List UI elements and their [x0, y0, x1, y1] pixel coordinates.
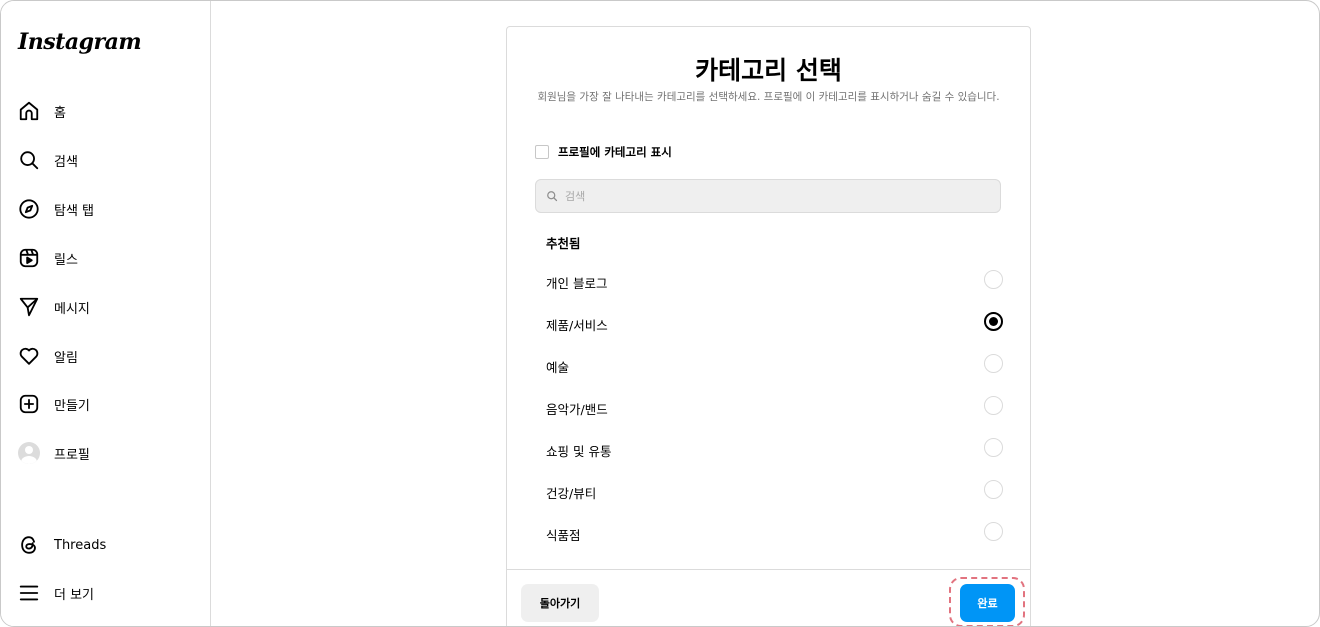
category-label: 식품점	[546, 528, 581, 543]
category-option[interactable]: 음악가/밴드	[535, 392, 1003, 422]
sidebar-item-search[interactable]: 검색	[17, 145, 197, 175]
category-option[interactable]: 제품/서비스	[535, 308, 1003, 338]
sidebar-item-create[interactable]: 만들기	[17, 389, 197, 419]
sidebar-item-label: 검색	[54, 154, 78, 170]
category-option[interactable]: 예술	[535, 350, 1003, 380]
sidebar-item-label: 더 보기	[54, 587, 95, 603]
sidebar-item-label: 릴스	[54, 252, 78, 268]
compass-icon	[17, 197, 41, 221]
sidebar-item-label: 메시지	[54, 301, 90, 317]
sidebar-item-reels[interactable]: 릴스	[17, 243, 197, 273]
home-icon	[17, 99, 41, 123]
category-search	[535, 179, 1001, 213]
section-title-recommended: 추천됨	[546, 236, 581, 251]
show-category-checkbox[interactable]	[535, 145, 549, 159]
sidebar: Instagram 홈 검색 탐색 탭 릴스 메시지 알림 만들기 프로필 Th…	[1, 1, 211, 626]
heart-icon	[17, 344, 41, 368]
sidebar-item-threads[interactable]: Threads	[17, 530, 197, 560]
sidebar-item-explore[interactable]: 탐색 탭	[17, 194, 197, 224]
category-panel: 카테고리 선택 회원님을 가장 잘 나타내는 카테고리를 선택하세요. 프로필에…	[506, 26, 1031, 626]
sidebar-item-notifications[interactable]: 알림	[17, 341, 197, 371]
category-label: 제품/서비스	[546, 318, 608, 333]
search-input[interactable]	[563, 188, 967, 204]
show-category-label: 프로필에 카테고리 표시	[558, 145, 672, 159]
category-radio[interactable]	[984, 270, 1003, 289]
sidebar-item-label: 프로필	[54, 447, 90, 463]
category-option[interactable]: 쇼핑 및 유통	[535, 434, 1003, 464]
sidebar-item-label: 탐색 탭	[54, 203, 95, 219]
category-option[interactable]: 식품점	[535, 518, 1003, 548]
sidebar-item-profile[interactable]: 프로필	[17, 438, 197, 468]
back-button[interactable]: 돌아가기	[521, 584, 599, 622]
profile-icon-wrap	[17, 441, 41, 465]
sidebar-item-label: 홈	[54, 105, 66, 121]
footer-divider	[507, 569, 1030, 570]
search-icon	[17, 148, 41, 172]
sidebar-item-label: Threads	[54, 537, 107, 553]
category-label: 건강/뷰티	[546, 486, 597, 501]
sidebar-item-label: 만들기	[54, 398, 90, 414]
category-label: 쇼핑 및 유통	[546, 444, 612, 459]
panel-description: 회원님을 가장 잘 나타내는 카테고리를 선택하세요. 프로필에 이 카테고리를…	[537, 91, 1000, 103]
send-icon	[17, 295, 41, 319]
category-radio[interactable]	[984, 480, 1003, 499]
category-radio[interactable]	[984, 354, 1003, 373]
app-window: Instagram 홈 검색 탐색 탭 릴스 메시지 알림 만들기 프로필 Th…	[0, 0, 1320, 627]
category-radio[interactable]	[984, 522, 1003, 541]
sidebar-item-messages[interactable]: 메시지	[17, 292, 197, 322]
category-option[interactable]: 개인 블로그	[535, 266, 1003, 296]
search-icon	[546, 190, 558, 202]
done-button[interactable]: 완료	[960, 584, 1015, 622]
sidebar-item-label: 알림	[54, 350, 78, 366]
category-label: 음악가/밴드	[546, 402, 608, 417]
menu-icon	[17, 581, 41, 605]
sidebar-item-more[interactable]: 더 보기	[17, 578, 197, 608]
category-radio[interactable]	[984, 438, 1003, 457]
instagram-logo[interactable]: Instagram	[18, 29, 142, 55]
category-radio-selected[interactable]	[984, 312, 1003, 331]
threads-icon	[17, 533, 41, 557]
category-option[interactable]: 건강/뷰티	[535, 476, 1003, 506]
category-label: 예술	[546, 360, 570, 375]
category-label: 개인 블로그	[546, 276, 608, 291]
page-title: 카테고리 선택	[695, 56, 842, 85]
show-category-toggle[interactable]: 프로필에 카테고리 표시	[535, 144, 672, 160]
sidebar-item-home[interactable]: 홈	[17, 96, 197, 126]
avatar	[18, 442, 40, 464]
reels-icon	[17, 246, 41, 270]
plus-square-icon	[17, 392, 41, 416]
category-radio[interactable]	[984, 396, 1003, 415]
